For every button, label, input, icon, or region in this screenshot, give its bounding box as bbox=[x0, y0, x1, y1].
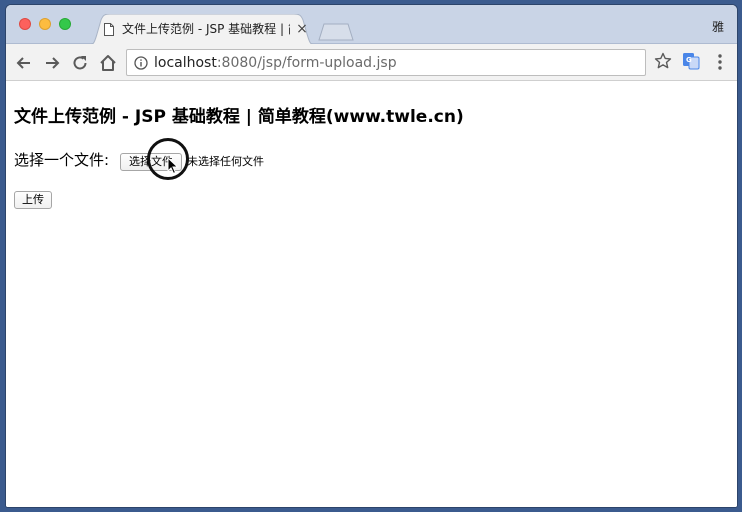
new-tab-button[interactable] bbox=[318, 23, 354, 41]
tab-title: 文件上传范例 - JSP 基础教程 | 简单教程(www.twle.cn) bbox=[122, 22, 290, 36]
address-bar[interactable]: localhost:8080/jsp/form-upload.jsp bbox=[126, 49, 646, 76]
url-host: localhost bbox=[154, 55, 217, 71]
translate-icon[interactable]: G bbox=[682, 52, 700, 70]
home-icon[interactable] bbox=[98, 53, 118, 73]
svg-text:G: G bbox=[686, 56, 692, 64]
info-icon[interactable] bbox=[134, 56, 148, 70]
profile-label[interactable]: 雅 bbox=[712, 19, 728, 35]
url-path: :8080/jsp/form-upload.jsp bbox=[216, 55, 397, 71]
choose-file-button[interactable]: 选择文件 bbox=[120, 153, 182, 171]
browser-window: 文件上传范例 - JSP 基础教程 | 简单教程(www.twle.cn) × … bbox=[6, 5, 737, 507]
window-zoom-button[interactable] bbox=[59, 18, 71, 30]
window-minimize-button[interactable] bbox=[39, 18, 51, 30]
back-arrow-icon[interactable] bbox=[14, 53, 34, 73]
upload-button[interactable]: 上传 bbox=[14, 191, 52, 209]
forward-arrow-icon[interactable] bbox=[42, 53, 62, 73]
kebab-menu-icon[interactable] bbox=[712, 53, 728, 71]
browser-toolbar: localhost:8080/jsp/form-upload.jsp G bbox=[6, 44, 737, 81]
page-content: 文件上传范例 - JSP 基础教程 | 简单教程(www.twle.cn) 选择… bbox=[6, 82, 737, 507]
window-close-button[interactable] bbox=[19, 18, 31, 30]
no-file-selected-text: 未选择任何文件 bbox=[187, 155, 264, 168]
file-field-label: 选择一个文件: bbox=[14, 151, 110, 169]
tab-strip: 文件上传范例 - JSP 基础教程 | 简单教程(www.twle.cn) × … bbox=[6, 5, 737, 45]
tab-close-icon[interactable]: × bbox=[295, 21, 309, 37]
reload-icon[interactable] bbox=[70, 53, 90, 73]
page-icon bbox=[104, 23, 114, 36]
bookmark-star-icon[interactable] bbox=[654, 52, 672, 70]
page-title: 文件上传范例 - JSP 基础教程 | 简单教程(www.twle.cn) bbox=[14, 107, 464, 127]
address-url[interactable]: localhost:8080/jsp/form-upload.jsp bbox=[154, 55, 397, 71]
